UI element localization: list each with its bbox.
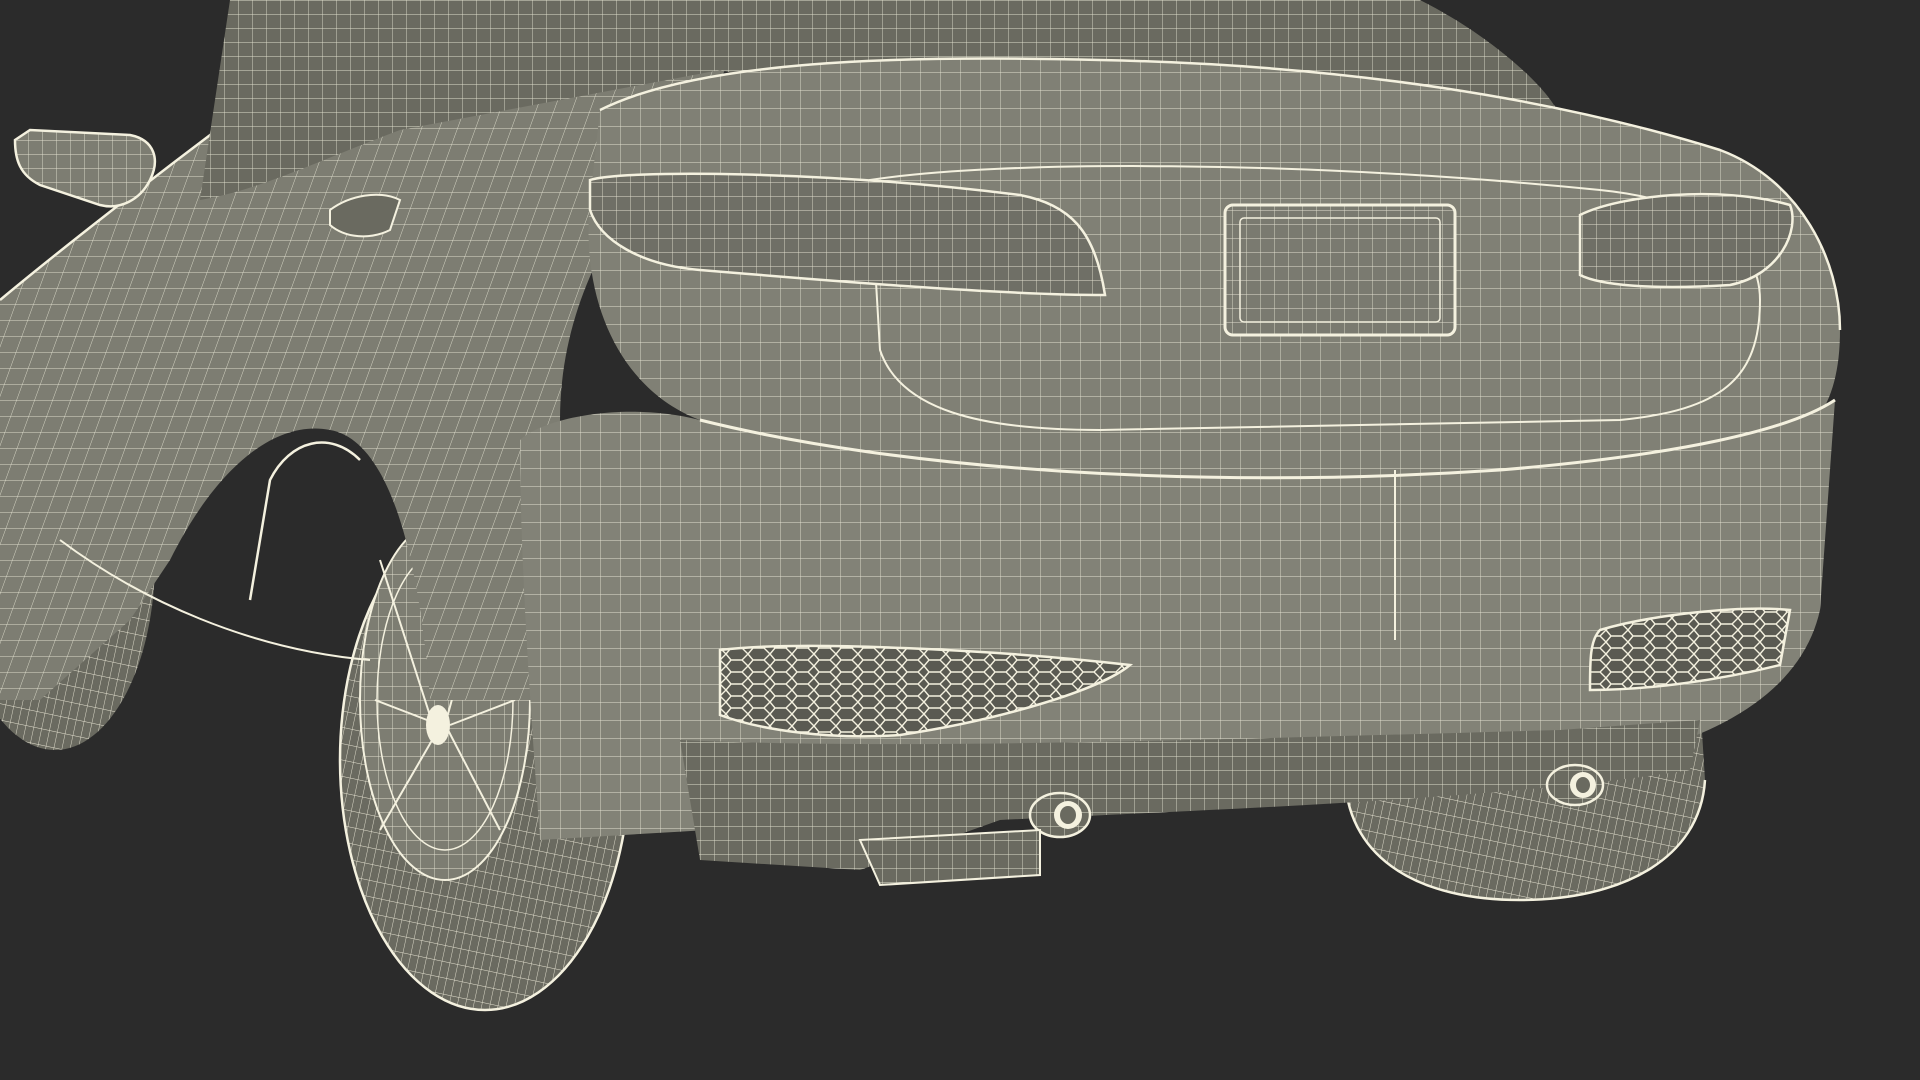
- license-plate-recess: [1223, 203, 1457, 337]
- right-exhaust-tip: [1545, 763, 1605, 807]
- wheel-arch-outline: [248, 441, 361, 601]
- right-tail-light: [1578, 192, 1794, 289]
- car-wireframe-render: [0, 0, 1842, 1012]
- render-viewport: [0, 0, 1920, 1080]
- side-mirror: [13, 128, 157, 208]
- underbody-component: [858, 828, 1041, 887]
